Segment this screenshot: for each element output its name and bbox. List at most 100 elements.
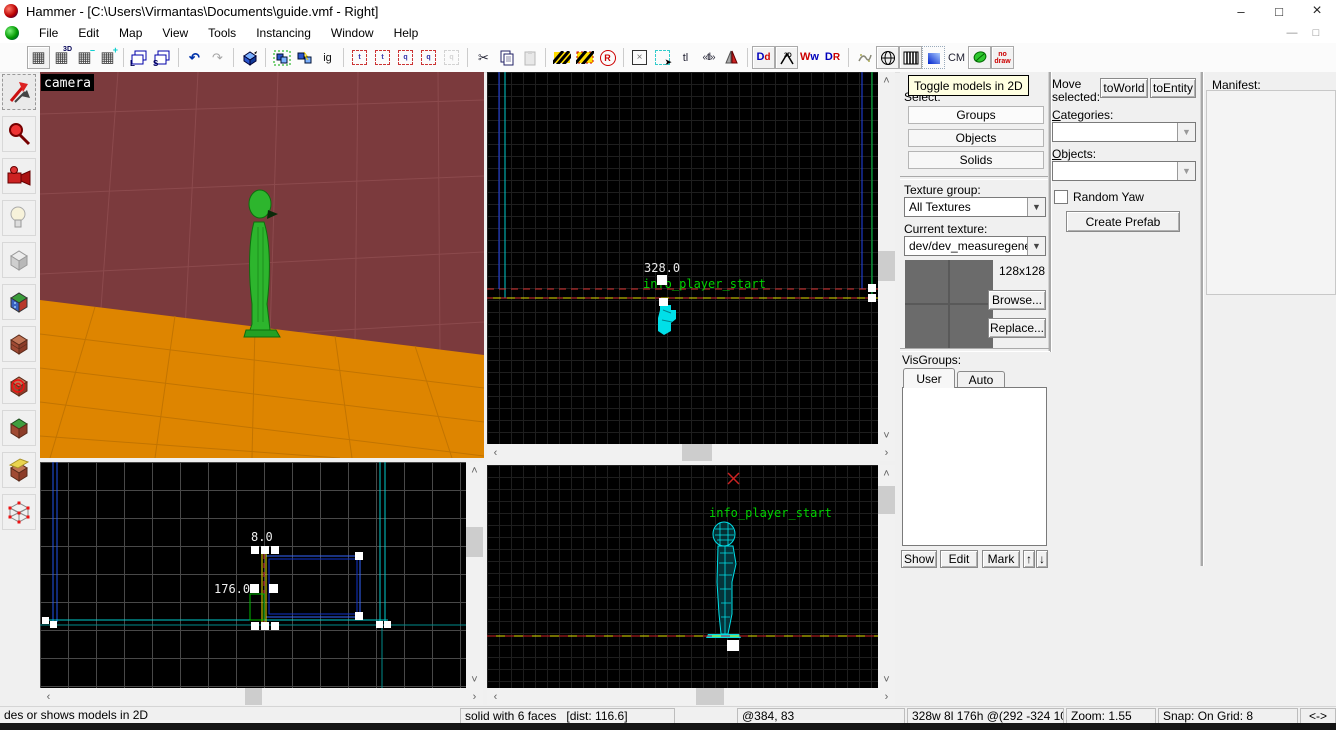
ignore-groups-button[interactable]: ig — [316, 46, 339, 69]
toggle-grid-button[interactable]: ▦ — [27, 46, 50, 69]
visgroups-tab-auto[interactable]: Auto — [957, 371, 1005, 388]
scroll-left-arrow[interactable]: ‹ — [40, 688, 57, 705]
scrollbar-thumb[interactable] — [682, 444, 712, 461]
select-objects-button[interactable]: Objects — [908, 129, 1044, 147]
scroll-down-arrow[interactable]: ˅ — [878, 671, 895, 688]
scroll-left-arrow[interactable]: ‹ — [487, 688, 504, 705]
toggle-helpers-button[interactable]: q — [394, 46, 417, 69]
carve-button[interactable] — [238, 46, 261, 69]
texture-group-dropdown[interactable]: All Textures▼ — [904, 197, 1046, 217]
scroll-up-arrow[interactable]: ˄ — [466, 462, 483, 479]
scrollbar-thumb[interactable] — [696, 688, 724, 705]
smaller-grid-button[interactable]: ▦– — [73, 46, 96, 69]
viewport-3d-camera[interactable]: camera — [40, 72, 484, 458]
run-map-button[interactable]: R — [596, 46, 619, 69]
clip-tool-button[interactable] — [2, 452, 36, 488]
visgroups-tab-user[interactable]: User — [903, 368, 955, 388]
selection-handle[interactable] — [727, 640, 739, 651]
mdi-restore-button[interactable]: □ — [1304, 27, 1328, 39]
camera-tool-button[interactable] — [2, 158, 36, 194]
selection-handle[interactable] — [868, 294, 876, 302]
menu-file[interactable]: File — [29, 24, 68, 42]
menu-view[interactable]: View — [152, 24, 198, 42]
visgroup-mark-button[interactable]: Mark — [982, 550, 1020, 568]
to-entity-button[interactable]: toEntity — [1150, 78, 1196, 98]
side-viewport-hscrollbar[interactable]: ‹ › — [487, 688, 895, 705]
cordon-bounds-button[interactable] — [550, 46, 573, 69]
create-prefab-button[interactable]: Create Prefab — [1066, 211, 1180, 232]
current-texture-dropdown[interactable]: dev/dev_measuregene▼ — [904, 236, 1046, 256]
mdi-minimize-button[interactable]: — — [1280, 27, 1304, 39]
top-viewport-vscrollbar[interactable]: ˄ ˅ — [878, 72, 895, 444]
disp-remove-button[interactable]: DR — [821, 46, 844, 69]
minimize-button[interactable]: – — [1222, 0, 1260, 22]
menu-instancing[interactable]: Instancing — [246, 24, 321, 42]
detail-objects-button[interactable] — [899, 46, 922, 69]
disp-walkable-button[interactable]: 3D — [775, 46, 798, 69]
select-groups-button[interactable]: Groups — [908, 106, 1044, 124]
texture-lock-button[interactable]: tl — [674, 46, 697, 69]
scroll-up-arrow[interactable]: ˄ — [878, 72, 895, 89]
scroll-down-arrow[interactable]: ˅ — [878, 427, 895, 444]
close-button[interactable]: × — [1298, 0, 1336, 22]
menu-map[interactable]: Map — [109, 24, 152, 42]
visgroup-show-button[interactable]: Show — [901, 550, 937, 568]
entity-tool-button[interactable] — [2, 200, 36, 236]
group-button[interactable] — [270, 46, 293, 69]
visgroup-up-button[interactable]: ↑ — [1023, 550, 1035, 568]
toggle-occluders-button[interactable]: q — [417, 46, 440, 69]
replace-button[interactable]: Replace... — [988, 318, 1046, 338]
undo-button[interactable]: ↶ — [183, 46, 206, 69]
magnify-selection-button[interactable]: ➤ — [651, 46, 674, 69]
front-viewport-hscrollbar[interactable]: ‹ › — [40, 688, 483, 705]
cut-button[interactable]: ✂ — [472, 46, 495, 69]
visgroup-down-button[interactable]: ↓ — [1036, 550, 1048, 568]
scroll-right-arrow[interactable]: › — [466, 688, 483, 705]
toggle-models-2d-button[interactable] — [922, 46, 945, 69]
menu-window[interactable]: Window — [321, 24, 384, 42]
viewport-2d-top[interactable]: 328.0 info_player_start — [487, 72, 878, 444]
edit-cordon-button[interactable]: t — [371, 46, 394, 69]
copy-button[interactable] — [495, 46, 518, 69]
scrollbar-thumb[interactable] — [878, 486, 895, 514]
nodraw-button[interactable]: nodraw — [991, 46, 1014, 69]
toggle-hidden-button[interactable]: q — [440, 46, 463, 69]
scrollbar-thumb[interactable] — [878, 251, 895, 281]
selection-tool-button[interactable] — [2, 74, 36, 110]
overlay-tool-button[interactable] — [2, 410, 36, 446]
toggle-cordon-button[interactable]: t — [348, 46, 371, 69]
visgroup-edit-button[interactable]: Edit — [940, 550, 978, 568]
random-yaw-checkbox[interactable]: Random Yaw — [1054, 190, 1144, 204]
toggle-cordon-state-button[interactable] — [573, 46, 596, 69]
decal-tool-button[interactable] — [2, 368, 36, 404]
toggle-3d-grid-button[interactable]: ▦3D — [50, 46, 73, 69]
menu-help[interactable]: Help — [384, 24, 429, 42]
select-through-button[interactable]: × — [628, 46, 651, 69]
scrollbar-thumb[interactable] — [245, 688, 262, 705]
load-window-state-button[interactable]: L — [128, 46, 151, 69]
selection-handle[interactable] — [868, 284, 876, 292]
collision-model-button[interactable]: CM — [945, 46, 968, 69]
save-window-state-button[interactable]: S — [151, 46, 174, 69]
browse-button[interactable]: Browse... — [988, 290, 1046, 310]
foliage-button[interactable] — [968, 46, 991, 69]
menu-edit[interactable]: Edit — [68, 24, 109, 42]
apply-texture-tool-button[interactable] — [2, 326, 36, 362]
player-model-side[interactable] — [706, 522, 741, 638]
texture-scale-lock-button[interactable]: «tl» — [697, 46, 720, 69]
scroll-right-arrow[interactable]: › — [878, 444, 895, 461]
scrollbar-thumb[interactable] — [466, 527, 483, 557]
texture-application-tool-button[interactable] — [2, 284, 36, 320]
select-solids-button[interactable]: Solids — [908, 151, 1044, 169]
front-viewport-vscrollbar[interactable]: ˄ ˅ — [466, 462, 483, 688]
visgroups-list[interactable] — [902, 387, 1047, 546]
menu-tools[interactable]: Tools — [198, 24, 246, 42]
entity-sprinkle-button[interactable] — [853, 46, 876, 69]
top-viewport-hscrollbar[interactable]: ‹ › — [487, 444, 895, 461]
maximize-button[interactable]: □ — [1260, 0, 1298, 22]
split-face-button[interactable] — [720, 46, 743, 69]
magnify-tool-button[interactable] — [2, 116, 36, 152]
selection-handle[interactable] — [659, 298, 668, 306]
block-tool-button[interactable] — [2, 242, 36, 278]
scroll-up-arrow[interactable]: ˄ — [878, 465, 895, 482]
